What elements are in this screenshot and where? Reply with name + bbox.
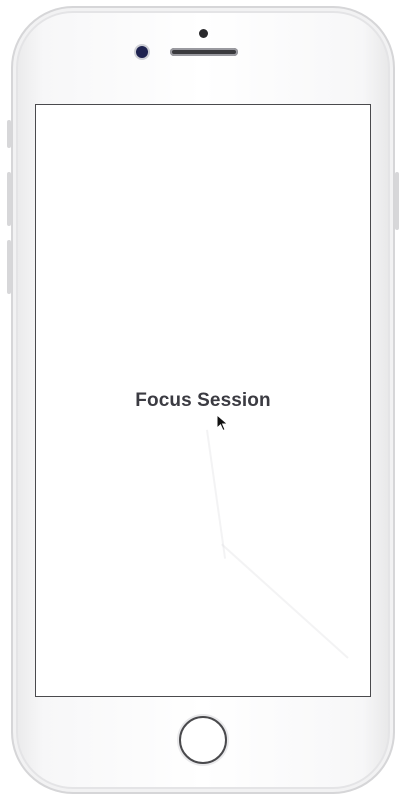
proximity-sensor bbox=[199, 29, 208, 38]
phone-screen[interactable]: Focus Session bbox=[35, 104, 371, 697]
motion-trail bbox=[221, 543, 349, 659]
front-camera-icon bbox=[136, 46, 148, 58]
home-button[interactable] bbox=[179, 716, 227, 764]
screen-title: Focus Session bbox=[135, 390, 271, 411]
pointer-cursor-icon bbox=[216, 414, 229, 432]
motion-trail bbox=[206, 429, 227, 559]
earpiece-speaker bbox=[170, 48, 238, 56]
device-mockup: Focus Session bbox=[0, 0, 406, 800]
power-button bbox=[395, 172, 399, 230]
